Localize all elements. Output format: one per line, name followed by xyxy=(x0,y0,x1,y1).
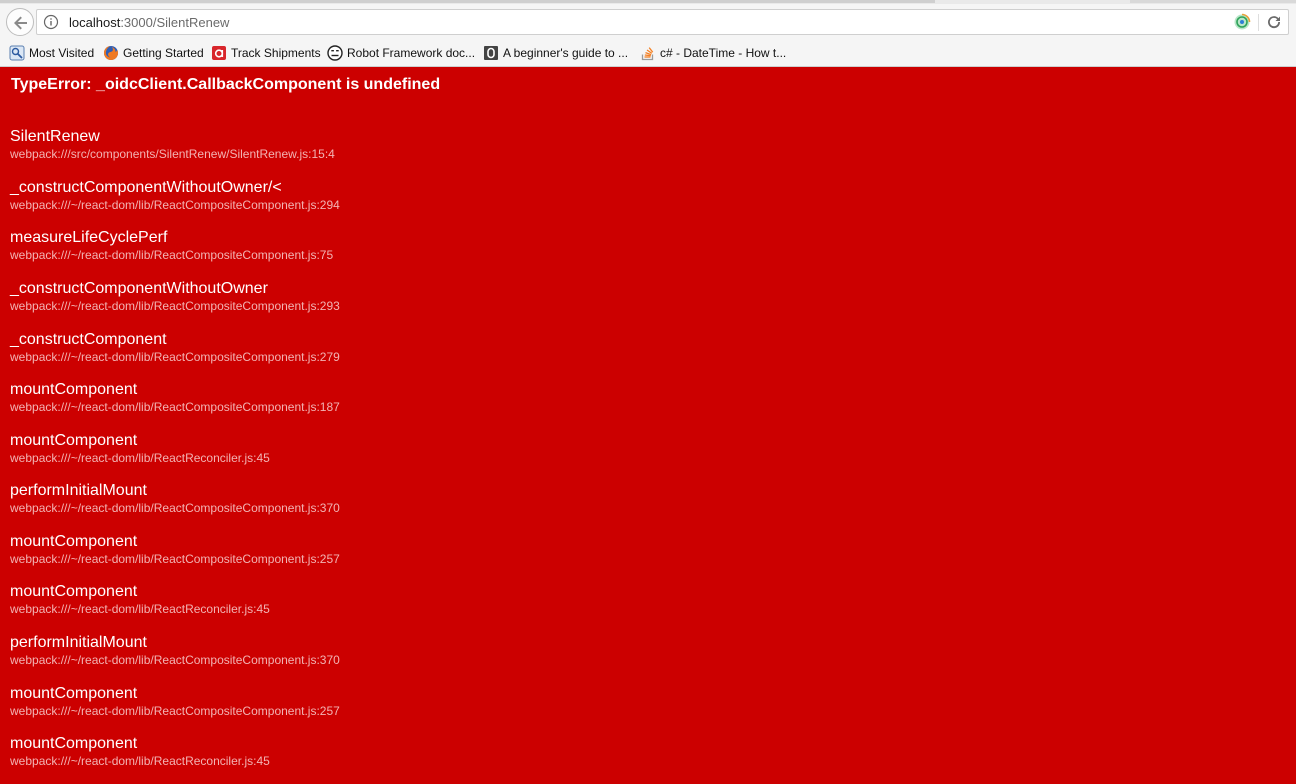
browser-chrome: localhost:3000/SilentRenew Most Visited xyxy=(0,0,1296,67)
url-path: :3000/SilentRenew xyxy=(120,15,230,30)
frame-location[interactable]: webpack:///~/react-dom/lib/ReactComposit… xyxy=(10,552,340,566)
navigation-bar: localhost:3000/SilentRenew xyxy=(0,6,1296,38)
bookmark-label: Most Visited xyxy=(29,46,95,60)
back-button[interactable] xyxy=(6,8,34,36)
url-bar[interactable]: localhost:3000/SilentRenew xyxy=(36,9,1289,35)
back-arrow-icon xyxy=(14,16,27,30)
frame-function: mountComponent xyxy=(10,685,138,702)
frame-location[interactable]: webpack:///~/react-dom/lib/ReactComposit… xyxy=(10,501,340,515)
bookmark-label: Robot Framework doc... xyxy=(347,46,476,60)
bookmark-label: A beginner's guide to ... xyxy=(503,46,629,60)
bookmark-label: c# - DateTime - How t... xyxy=(660,46,787,60)
frame-location[interactable]: webpack:///~/react-dom/lib/ReactReconcil… xyxy=(10,451,270,465)
bookmark-label: Getting Started xyxy=(123,46,204,60)
frame-function: _constructComponentWithoutOwner/< xyxy=(10,179,282,196)
reload-icon[interactable] xyxy=(1266,14,1282,30)
frame-function: mountComponent xyxy=(10,533,138,550)
frame-function: mountComponent xyxy=(10,432,138,449)
frame-function: _constructComponent xyxy=(10,331,167,348)
url-text[interactable]: localhost:3000/SilentRenew xyxy=(69,15,229,30)
active-tab-edge[interactable] xyxy=(0,0,935,3)
tab-strip xyxy=(0,0,1296,4)
frame-function: performInitialMount xyxy=(10,634,147,651)
frame-function: mountComponent xyxy=(10,735,138,752)
page-icon xyxy=(484,46,498,60)
frame-location[interactable]: webpack:///~/react-dom/lib/ReactComposit… xyxy=(10,248,333,262)
frame-function: _constructComponentWithoutOwner xyxy=(10,280,268,297)
inactive-tab-edge[interactable] xyxy=(1130,0,1296,3)
error-overlay: TypeError: _oidcClient.CallbackComponent… xyxy=(0,67,1296,784)
frame-function: performInitialMount xyxy=(10,482,147,499)
frame-location[interactable]: webpack:///~/react-dom/lib/ReactReconcil… xyxy=(10,602,270,616)
frame-location[interactable]: webpack:///~/react-dom/lib/ReactComposit… xyxy=(10,653,340,667)
frame-function: mountComponent xyxy=(10,583,138,600)
frame-location[interactable]: webpack:///~/react-dom/lib/ReactComposit… xyxy=(10,198,340,212)
bookmark-label: Track Shipments xyxy=(231,46,321,60)
frame-location[interactable]: webpack:///~/react-dom/lib/ReactComposit… xyxy=(10,350,340,364)
stackoverflow-icon xyxy=(641,47,654,61)
most-visited-icon xyxy=(9,45,25,61)
track-shipments-icon xyxy=(212,46,226,60)
frame-location[interactable]: webpack:///~/react-dom/lib/ReactComposit… xyxy=(10,299,340,313)
robot-framework-icon xyxy=(327,45,343,61)
url-host: localhost xyxy=(69,15,121,30)
frame-location[interactable]: webpack:///~/react-dom/lib/ReactReconcil… xyxy=(10,754,270,768)
extension-icon[interactable] xyxy=(1233,13,1251,31)
bookmarks-toolbar: Most Visited Getting Started Track Shipm… xyxy=(0,41,1296,65)
frame-location[interactable]: webpack:///~/react-dom/lib/ReactComposit… xyxy=(10,704,340,718)
firefox-icon xyxy=(104,46,118,60)
frame-function: mountComponent xyxy=(10,381,138,398)
frame-location[interactable]: webpack:///src/components/SilentRenew/Si… xyxy=(10,147,335,161)
frame-location[interactable]: webpack:///~/react-dom/lib/ReactComposit… xyxy=(10,400,340,414)
site-info-icon[interactable] xyxy=(43,14,59,30)
frame-function: measureLifeCyclePerf xyxy=(10,229,168,246)
error-message: TypeError: _oidcClient.CallbackComponent… xyxy=(11,76,441,93)
frame-function: SilentRenew xyxy=(10,128,100,145)
url-bar-separator xyxy=(1258,14,1259,31)
